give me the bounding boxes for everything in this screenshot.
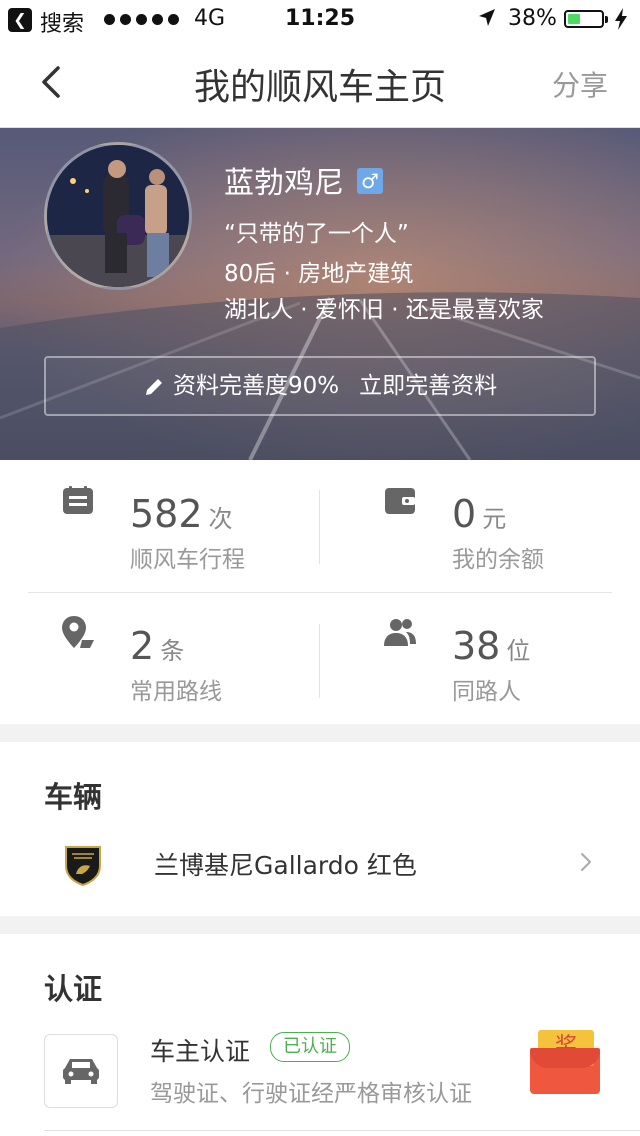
status-bar: ❮ 搜索 4G 11:25 38% (0, 0, 640, 40)
stat-companions-label: 同路人 (452, 679, 521, 705)
stat-trips-value: 582 (130, 492, 203, 536)
user-quote: “只带的了一个人” (224, 221, 409, 247)
stat-routes-label: 常用路线 (130, 679, 222, 705)
stat-trips-label: 顺风车行程 (130, 547, 245, 573)
pencil-icon (145, 378, 162, 395)
divider (319, 624, 320, 698)
completion-text: 资料完善度90% (172, 373, 340, 399)
stat-balance-value: 0 (452, 492, 477, 536)
lamborghini-logo-icon (65, 846, 101, 886)
avatar[interactable] (44, 142, 192, 290)
stat-companions[interactable]: 38 位 同路人 (382, 598, 640, 708)
vehicle-name[interactable]: 兰博基尼Gallardo 红色 (154, 846, 417, 882)
complete-profile-button[interactable]: 资料完善度90% 立即完善资料 (44, 356, 596, 416)
stat-balance-unit: 元 (482, 505, 507, 533)
reward-red-packet-icon[interactable]: 奖 (530, 1030, 600, 1096)
vehicle-section-title: 车辆 (44, 780, 103, 814)
battery-fill (568, 14, 580, 24)
chevron-right-icon[interactable] (578, 850, 594, 874)
trip-list-icon (63, 486, 93, 514)
divider (28, 592, 612, 593)
divider (44, 1130, 640, 1131)
page-title: 我的顺风车主页 (193, 67, 446, 108)
stat-companions-unit: 位 (506, 637, 531, 665)
user-name: 蓝勃鸡尼 (224, 166, 344, 201)
navigation-bar: 我的顺风车主页 分享 (0, 40, 640, 128)
vehicle-section: 车辆 兰博基尼Gallardo 红色 (0, 742, 640, 916)
battery-icon (564, 10, 608, 28)
stat-trips[interactable]: 582 次 顺风车行程 (60, 466, 340, 576)
share-button[interactable]: 分享 (552, 64, 608, 104)
stat-routes-value: 2 (130, 624, 155, 668)
car-owner-cert-title: 车主认证 (150, 1037, 251, 1066)
certification-section-title: 认证 (44, 972, 103, 1006)
divider (319, 490, 320, 564)
location-arrow-icon (479, 9, 495, 26)
stat-trips-unit: 次 (208, 505, 233, 533)
avatar-photo (47, 145, 189, 287)
car-owner-cert-description: 驾驶证、行驶证经严格审核认证 (150, 1081, 472, 1107)
stat-balance[interactable]: 0元 我的余额 (382, 466, 640, 576)
battery-percent: 38% (508, 6, 557, 31)
route-pin-icon (62, 616, 94, 648)
stat-routes[interactable]: 2条 常用路线 (60, 598, 340, 708)
stat-companions-value: 38 (452, 624, 501, 668)
certified-badge: 已认证 (270, 1032, 350, 1062)
people-icon (384, 619, 416, 646)
male-gender-icon: ♂ (357, 168, 383, 194)
car-owner-cert-icon-box[interactable] (44, 1034, 118, 1108)
user-info-line-2: 湖北人 · 爱怀旧 · 还是最喜欢家 (224, 297, 544, 323)
stats-panel: 582 次 顺风车行程 0元 我的余额 2条 常用路线 38 位 同路人 (0, 460, 640, 724)
completion-action: 立即完善资料 (359, 373, 498, 399)
stat-routes-unit: 条 (160, 637, 185, 665)
certification-section: 认证 车主认证 已认证 驾驶证、行驶证经严格审核认证 奖 (0, 934, 640, 1136)
profile-header: 蓝勃鸡尼 ♂ “只带的了一个人” 80后 · 房地产建筑 湖北人 · 爱怀旧 ·… (0, 128, 640, 460)
user-info-line-1: 80后 · 房地产建筑 (224, 261, 414, 287)
stat-balance-label: 我的余额 (452, 547, 544, 573)
wallet-icon (385, 488, 415, 514)
car-icon (63, 1059, 99, 1084)
red-packet-flap (530, 1048, 600, 1068)
charging-bolt-icon (615, 8, 627, 30)
